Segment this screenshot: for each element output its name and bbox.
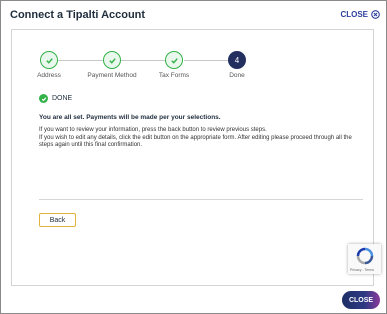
close-link-label: CLOSE (340, 10, 368, 19)
step-label-tax-forms: Tax Forms (158, 72, 190, 79)
review-instruction: If you want to review your information, … (39, 127, 267, 133)
confirmation-headline: You are all set. Payments will be made p… (39, 114, 221, 121)
checkmark-icon (170, 57, 178, 64)
checkmark-icon (45, 57, 53, 64)
status-label: DONE (52, 95, 73, 102)
close-link[interactable]: CLOSE (340, 10, 380, 19)
recaptcha-icon (356, 247, 374, 265)
check-circle-icon (39, 94, 48, 103)
connect-account-dialog: Connect a Tipalti Account CLOSE 4 Addres… (0, 0, 387, 314)
dialog-header: Connect a Tipalti Account CLOSE (1, 1, 386, 29)
dialog-content: 4 Address Payment Method Tax Forms Done … (11, 29, 374, 286)
back-button[interactable]: Back (39, 213, 76, 227)
close-button[interactable]: CLOSE (342, 291, 380, 309)
edit-instruction: If you wish to edit any details, click t… (39, 134, 352, 149)
step-label-done: Done (229, 72, 245, 79)
step-label-address: Address (37, 72, 61, 79)
step-payment-check (103, 51, 121, 69)
recaptcha-links[interactable]: Privacy - Terms (350, 268, 374, 272)
step-address-check (40, 51, 58, 69)
status-badge: DONE (39, 94, 72, 103)
divider (39, 199, 363, 200)
dialog-title: Connect a Tipalti Account (10, 9, 146, 21)
step-number: 4 (234, 55, 240, 65)
close-circle-icon (371, 10, 380, 19)
step-done-current: 4 (228, 51, 246, 69)
step-label-payment-method: Payment Method (87, 72, 137, 79)
progress-stepper: 4 Address Payment Method Tax Forms Done (12, 30, 373, 85)
checkmark-icon (108, 57, 116, 64)
step-tax-check (165, 51, 183, 69)
confirmation-details: If you want to review your information, … (39, 127, 359, 150)
recaptcha-badge[interactable]: Privacy - Terms (348, 244, 381, 274)
